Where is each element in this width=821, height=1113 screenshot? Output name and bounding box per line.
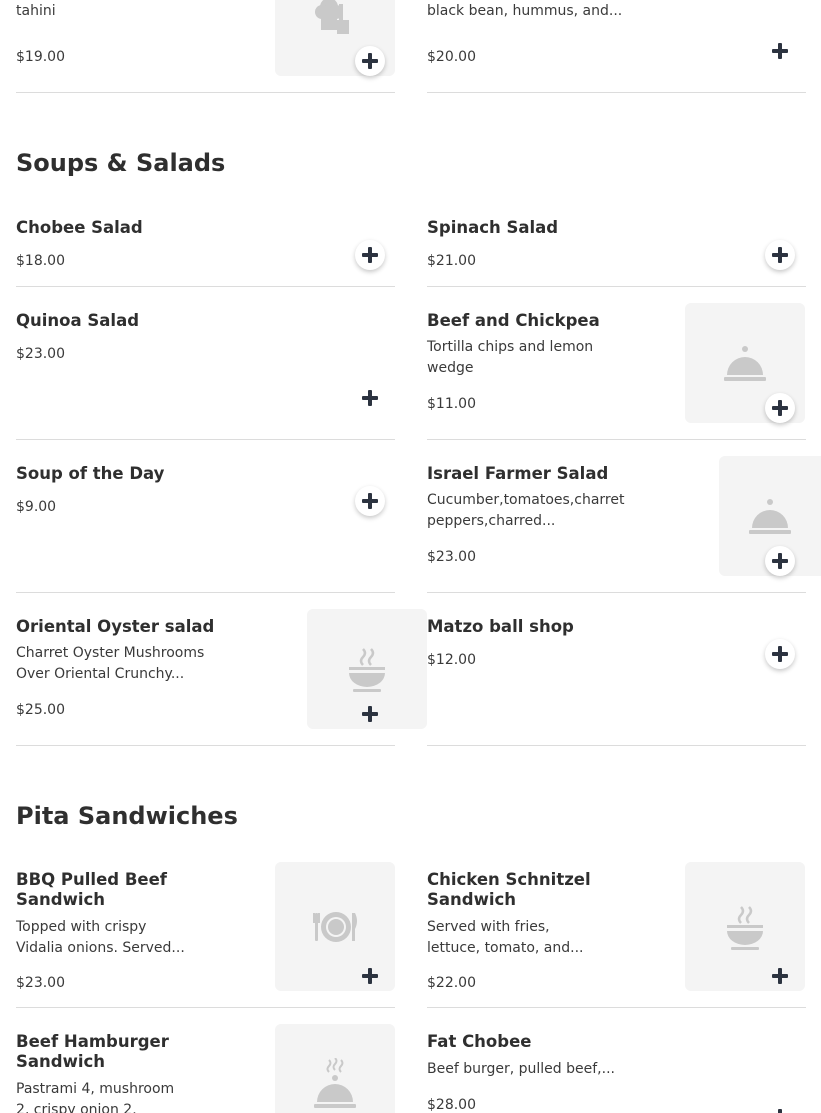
add-to-cart-button[interactable] [765,240,795,270]
cloche-icon [724,346,766,381]
menu-item[interactable]: Oriental Oyster salad Charret Oyster Mus… [16,593,427,746]
item-price: $23.00 [16,975,65,991]
item-price: $18.00 [16,253,65,269]
item-name: Beef Hamburger Sandwich [16,1032,169,1071]
item-name: Soup of the Day [16,464,165,483]
plus-icon [772,968,788,984]
menu-item[interactable]: BBQ Pulled Beef Sandwich Topped with cri… [16,862,395,1008]
menu-item[interactable]: Beef and Chickpea Tortilla chips and lem… [427,287,806,440]
plus-icon [772,553,788,569]
add-to-cart-button[interactable] [765,961,795,991]
plus-icon [772,400,788,416]
soup-bowl-icon [727,905,763,950]
plus-icon [362,390,378,406]
plus-icon [772,43,788,59]
item-name: Israel Farmer Salad [427,464,609,483]
plus-icon [362,53,378,69]
item-description: Charret Oyster Mushrooms Over Oriental C… [16,645,205,682]
menu-item[interactable]: Fat Chobee Beef burger, pulled beef,... … [427,1024,806,1113]
plus-icon [362,247,378,263]
item-description: Cucumber,tomatoes,charret peppers,charre… [427,492,625,529]
item-name: Oriental Oyster salad [16,617,215,636]
menu-item[interactable]: Chicken Schnitzel Sandwich Served with f… [427,862,806,1008]
item-name: Spinach Salad [427,218,559,237]
section-title: Soups & Salads [16,149,226,177]
item-name: Fat Chobee [427,1032,532,1051]
menu-item[interactable]: Chobee Salad $18.00 [16,210,395,287]
item-description: Cinnamon sticks and tahini [16,3,56,19]
item-description: Tomato salsa, guacamole, black bean, hum… [427,3,623,19]
menu-item[interactable]: Israel Farmer Salad Cucumber,tomatoes,ch… [427,440,821,593]
plus-icon [772,247,788,263]
plus-icon [362,706,378,722]
menu-item[interactable]: Cinnamon sticks and tahini $19.00 [16,0,395,93]
plus-icon [362,493,378,509]
item-price: $23.00 [16,346,65,362]
item-name: Beef and Chickpea [427,311,600,330]
menu-item[interactable]: Matzo ball shop $12.00 [427,593,806,746]
item-name: Chicken Schnitzel Sandwich [427,870,591,909]
item-price: $19.00 [16,49,65,65]
item-price: $25.00 [16,702,65,718]
item-price: $9.00 [16,499,57,515]
plus-icon [778,1109,782,1113]
add-to-cart-button[interactable] [355,240,385,270]
item-description: Pastrami 4, mushroom 2, crispy onion 2. … [16,1081,175,1113]
menu-item[interactable]: Spinach Salad $21.00 [427,210,806,287]
plate-cutlery-icon [313,911,357,942]
hot-cloche-icon [314,1058,356,1108]
menu-item[interactable]: Quinoa Salad $23.00 [16,287,395,440]
add-to-cart-button[interactable] [765,36,795,66]
item-price: $12.00 [427,652,476,668]
add-to-cart-button[interactable] [765,546,795,576]
item-name: Chobee Salad [16,218,143,237]
item-price: $22.00 [427,975,476,991]
soup-bowl-icon [349,648,385,692]
item-name: BBQ Pulled Beef Sandwich [16,870,167,909]
cloche-icon [749,499,791,534]
item-price: $21.00 [427,253,476,269]
menu-item[interactable]: Soup of the Day $9.00 [16,440,395,593]
item-price: $11.00 [427,396,476,412]
add-to-cart-button[interactable] [765,639,795,669]
add-to-cart-button[interactable] [765,393,795,423]
item-name: Quinoa Salad [16,311,140,330]
plus-icon [362,968,378,984]
menu-item[interactable]: Beef Hamburger Sandwich Pastrami 4, mush… [16,1024,395,1113]
section-title: Pita Sandwiches [16,802,238,830]
add-to-cart-button[interactable] [355,383,385,413]
item-name: Matzo ball shop [427,617,574,636]
add-to-cart-button[interactable] [355,961,385,991]
menu-item[interactable]: Tomato salsa, guacamole, black bean, hum… [427,0,806,93]
item-description: Served with fries, lettuce, tomato, and.… [427,919,584,956]
chef-icon [315,0,349,34]
item-description: Topped with crispy Vidalia onions. Serve… [16,919,185,956]
plus-icon [772,646,788,662]
item-description: Tortilla chips and lemon wedge [427,339,594,376]
item-image [275,1024,395,1113]
item-description: Beef burger, pulled beef,... [427,1061,615,1077]
item-price: $28.00 [427,1097,476,1113]
add-to-cart-button[interactable] [355,699,385,729]
add-to-cart-button[interactable] [765,1102,795,1113]
add-to-cart-button[interactable] [355,46,385,76]
add-to-cart-button[interactable] [355,486,385,516]
item-price: $23.00 [427,549,476,565]
item-price: $20.00 [427,49,476,65]
